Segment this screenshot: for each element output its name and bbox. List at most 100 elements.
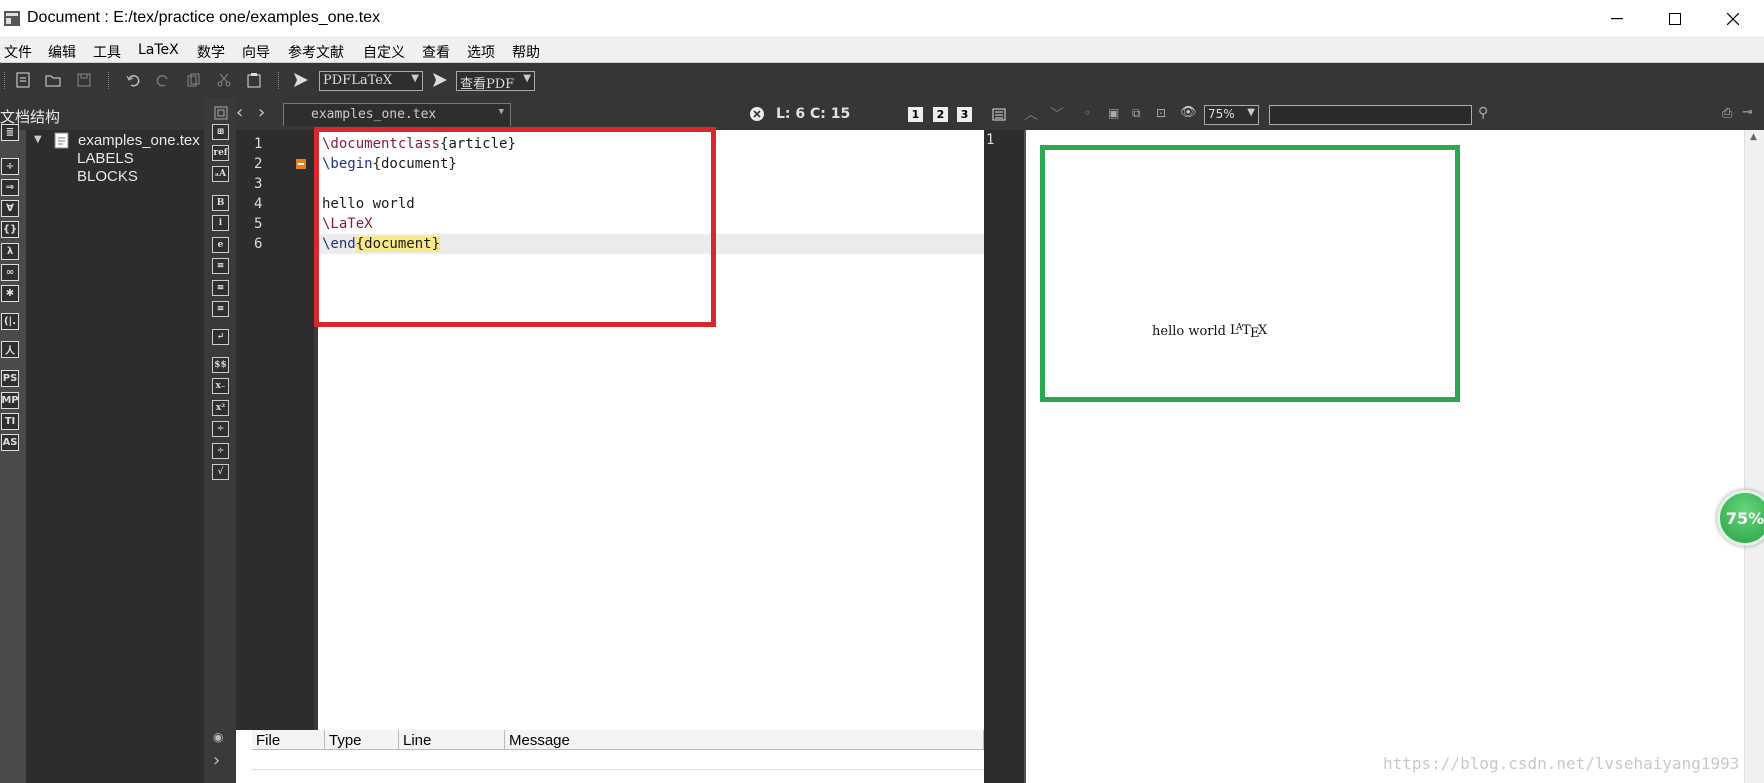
copy-icon[interactable] [184,70,204,90]
maximize-button[interactable] [1647,0,1703,38]
messages-side: ◉ › [204,730,236,783]
cut-icon[interactable] [214,70,234,90]
menu-user[interactable]: 自定义 [363,42,405,62]
close-button[interactable] [1705,0,1761,38]
menu-options[interactable]: 选项 [467,42,495,62]
line-number-gutter: 1 2 3 4 5 6 [236,130,316,730]
pin-icon[interactable]: ⊸ [1742,105,1753,120]
latex-tool-icon[interactable]: ↵ [212,329,229,345]
tree-blocks[interactable]: BLOCKS [77,168,138,185]
view-3-button[interactable]: 3 [957,107,972,122]
pdf-scrollbar[interactable]: ▲ [1744,130,1764,783]
latex-tool-icon[interactable]: x₋ [212,378,229,394]
symbol-group-icon[interactable]: PS [1,370,19,387]
menu-view[interactable]: 查看 [422,42,450,62]
redo-icon[interactable] [153,70,173,90]
symbol-group-icon[interactable]: ⇒ [1,179,19,196]
structure-toggle-icon[interactable] [214,106,228,120]
scroll-up-icon[interactable]: ▲ [1750,132,1757,142]
symbol-group-icon[interactable]: TI [1,413,19,430]
col-line[interactable]: Line [399,730,505,750]
latex-tool-icon[interactable]: i [212,215,229,231]
page-down-icon[interactable]: ﹀ [1050,104,1064,124]
symbol-group-icon[interactable]: ÷ [1,158,19,175]
fit-page-icon[interactable]: ⧉ [1132,106,1141,121]
window-title: Document : E:/tex/practice one/examples_… [27,9,381,26]
page-up-icon[interactable]: ︿ [1024,104,1038,124]
symbol-group-icon[interactable]: ≣ [1,124,19,141]
save-icon[interactable] [74,70,94,90]
symbol-sidebar: ≣ ÷ ⇒ ∀ {} λ ∞ ✱ (|. ⼈ PS MP TI AS [0,124,26,783]
compile-arrow-icon[interactable] [291,70,311,90]
zoom-badge[interactable]: 75% [1717,490,1764,546]
close-tab-icon[interactable] [749,106,765,122]
paste-icon[interactable] [244,70,264,90]
latex-tool-icon[interactable]: ≡ [212,301,229,317]
menu-tools[interactable]: 工具 [93,42,121,62]
print-icon[interactable]: ⎙ [1722,106,1732,121]
latex-tool-icon[interactable]: ₐA [212,166,229,182]
latex-tool-icon[interactable]: ÷ [212,421,229,437]
latex-tool-icon[interactable]: ⊞ [212,124,229,140]
tree-labels[interactable]: LABELS [77,150,134,167]
tab-examples-one[interactable]: examples_one.tex ▼ [283,103,511,126]
fit-width-icon[interactable]: ▣ [1108,106,1119,120]
undo-icon[interactable] [123,70,143,90]
symbol-group-icon[interactable]: {} [1,221,19,238]
tree-file[interactable]: examples_one.tex [78,132,200,149]
col-type[interactable]: Type [325,730,399,750]
menu-file[interactable]: 文件 [4,42,32,62]
nav-back-icon[interactable]: ‹ [236,102,243,123]
chevron-down-icon: ▼ [498,107,504,117]
fit-icon[interactable]: ◦ [1084,106,1091,120]
menu-bibliography[interactable]: 参考文献 [288,42,344,62]
pdf-search-input[interactable] [1269,105,1472,125]
symbol-group-icon[interactable]: MP [1,392,19,409]
latex-tool-icon[interactable]: ≡ [212,258,229,274]
latex-tool-icon[interactable]: ÷ [212,443,229,459]
col-file[interactable]: File [252,730,325,750]
menu-help[interactable]: 帮助 [512,42,540,62]
latex-tool-icon[interactable]: B [212,195,229,211]
compiler-select-value: PDFLaTeX [323,73,393,88]
menu-wizards[interactable]: 向导 [242,42,270,62]
menu-latex[interactable]: LaTeX [138,42,179,58]
latex-tool-icon[interactable]: ≡ [212,280,229,296]
viewer-select[interactable]: 查看PDF ▼ [456,71,535,92]
view-arrow-icon[interactable] [430,70,450,90]
menu-edit[interactable]: 编辑 [48,42,76,62]
latex-tool-icon[interactable]: e [212,237,229,253]
latex-tool-icon[interactable]: $$ [212,357,229,373]
symbol-group-icon[interactable]: (|. [1,313,19,330]
eye-icon[interactable]: 👁 [1180,105,1197,120]
symbol-group-icon[interactable]: ∀ [1,200,19,217]
minimize-button[interactable] [1589,0,1645,38]
new-file-icon[interactable] [13,70,33,90]
latex-tool-icon[interactable]: √ [212,464,229,480]
expand-icon[interactable]: › [213,750,220,771]
symbol-group-icon[interactable]: λ [1,243,19,260]
eye-icon[interactable]: ◉ [213,730,223,744]
symbol-group-icon[interactable]: ✱ [1,285,19,302]
view-1-button[interactable]: 1 [908,107,923,122]
toolbar-separator [278,72,281,89]
latex-tool-icon[interactable]: ref [212,145,229,161]
fullscreen-icon[interactable]: ⊡ [1156,106,1166,120]
col-message[interactable]: Message [505,730,984,750]
annotation-red-box [314,127,716,327]
fold-marker-icon[interactable] [296,159,306,169]
symbol-group-icon[interactable]: ⼈ [1,341,19,358]
zoom-select[interactable]: 75% ▼ [1204,105,1259,125]
symbol-group-icon[interactable]: ∞ [1,264,19,281]
nav-forward-icon[interactable]: › [258,102,265,123]
tree-expand-icon[interactable]: ▼ [34,134,42,145]
pdf-page-number: 1 [986,132,995,148]
compiler-select[interactable]: PDFLaTeX ▼ [319,71,423,91]
menu-math[interactable]: 数学 [197,42,225,62]
latex-tool-icon[interactable]: x² [212,400,229,416]
open-folder-icon[interactable] [43,70,63,90]
symbol-group-icon[interactable]: AS [1,434,19,451]
view-2-button[interactable]: 2 [933,107,948,122]
search-icon[interactable]: ⚲ [1478,105,1488,121]
list-icon[interactable] [992,108,1006,121]
